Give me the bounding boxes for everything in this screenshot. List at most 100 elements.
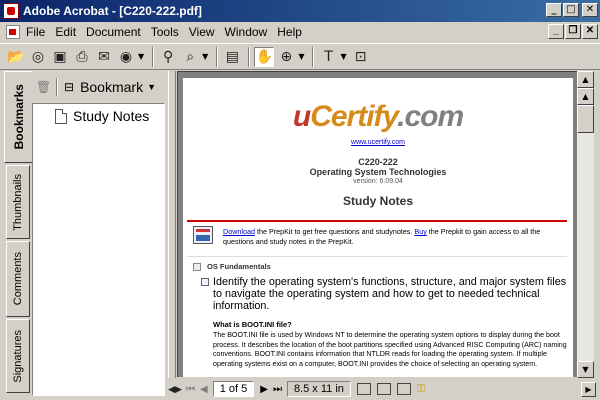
text-select-icon[interactable]: T (318, 47, 338, 67)
answer-text: The BOOT.INI file is used by Windows NT … (213, 331, 567, 368)
page-icon (55, 108, 67, 124)
acrobat-app-icon[interactable] (3, 3, 19, 19)
doc-close-button[interactable]: ✕ (582, 24, 598, 39)
last-page-button[interactable]: ⏭ (273, 384, 282, 395)
minimize-button[interactable]: _ (546, 3, 562, 17)
divider (187, 220, 567, 222)
search-icon[interactable]: ⚲ (158, 47, 178, 67)
find-dropdown-icon[interactable]: ▼ (202, 52, 208, 61)
first-page-button[interactable]: ⏮ (186, 384, 195, 395)
menu-edit[interactable]: Edit (55, 25, 83, 39)
scroll-right-button[interactable]: ▶ (581, 381, 596, 397)
open-web-icon[interactable]: ◎ (28, 47, 48, 67)
tab-comments-label: Comments (12, 252, 24, 306)
bookmark-list: Study Notes (32, 103, 165, 396)
download-notice: Download the PrepKit to get free questio… (223, 227, 565, 247)
menu-view[interactable]: View (189, 25, 222, 39)
divider (187, 256, 567, 257)
page-size-display: 8.5 x 11 in (286, 381, 351, 397)
bookmarks-pane: 🗑 ⊟ Bookmark ▼ Study Notes (32, 71, 165, 396)
document-menu-icon[interactable] (6, 25, 20, 39)
save-icon[interactable]: ▣ (50, 47, 70, 67)
tab-comments[interactable]: Comments (6, 241, 30, 317)
close-button[interactable]: ✕ (582, 3, 598, 17)
navigation-tabs: Bookmarks Thumbnails Comments Signatures (4, 71, 32, 396)
pdf-page: uCertify.com www.ucertify.com C220-222 O… (183, 78, 573, 377)
scroll-up-button[interactable]: ▲ (577, 71, 594, 88)
bookmark-options-button[interactable]: Bookmark (80, 79, 143, 95)
menu-bar: File Edit Document Tools View Window Hel… (0, 22, 600, 42)
continuous-icon[interactable] (376, 383, 391, 395)
review-dropdown-icon[interactable]: ▼ (138, 52, 144, 61)
status-bar: ◀▶ ⏮ ◀ 1 of 5 ▶ ⏭ 8.5 x 11 in ⚿ ▶ (168, 378, 600, 400)
logo-certify: Certify (310, 100, 398, 133)
section-title: Study Notes (342, 194, 413, 208)
tab-bookmarks-label: Bookmarks (11, 84, 26, 150)
toolbar-separator (248, 46, 251, 67)
scroll-up-arrow-button[interactable]: ▲ (577, 88, 594, 105)
header-separator (56, 78, 58, 96)
logo-dotcom: .com (397, 100, 464, 133)
scroll-thumb[interactable] (577, 105, 594, 133)
site-link[interactable]: www.ucertify.com (183, 139, 573, 146)
trash-icon[interactable]: 🗑 (36, 80, 51, 94)
panel-splitter[interactable] (168, 71, 176, 378)
logo-u: u (292, 100, 311, 133)
objective-text: Identify the operating system's function… (213, 276, 567, 312)
menu-help[interactable]: Help (277, 25, 309, 39)
print-icon[interactable]: ⎙ (72, 47, 92, 67)
bookmark-header: 🗑 ⊟ Bookmark ▼ (32, 71, 165, 103)
scroll-left-right-icon[interactable]: ◀▶ (168, 382, 182, 396)
bookmark-item[interactable]: Study Notes (55, 108, 164, 124)
single-page-icon[interactable] (356, 383, 371, 395)
text-select-dropdown-icon[interactable]: ▼ (340, 52, 346, 61)
tab-signatures[interactable]: Signatures (6, 319, 30, 393)
exam-code: C220-222 (358, 157, 398, 167)
os-fundamentals-heading: OS Fundamentals (207, 262, 271, 271)
download-text: the PrepKit to get free questions and st… (254, 227, 415, 236)
toolbar-separator (152, 46, 155, 67)
menu-tools[interactable]: Tools (151, 25, 186, 39)
facing-icon[interactable] (396, 383, 411, 395)
toolbar-separator (216, 46, 219, 67)
key-icon: ⚿ (416, 382, 426, 395)
scroll-down-button[interactable]: ▼ (577, 361, 594, 378)
ucertify-logo: uCertify.com (183, 100, 573, 134)
title-bar[interactable]: Adobe Acrobat - [C220-222.pdf] _ □ ✕ (0, 0, 600, 22)
maximize-button[interactable]: □ (563, 3, 579, 17)
find-icon[interactable]: ⌕ (180, 47, 200, 67)
tab-bookmarks[interactable]: Bookmarks (4, 71, 32, 163)
acrobat-window: Adobe Acrobat - [C220-222.pdf] _ □ ✕ Fil… (0, 0, 600, 400)
tab-signatures-label: Signatures (12, 329, 24, 383)
menu-window[interactable]: Window (225, 25, 275, 39)
previous-page-button[interactable]: ◀ (200, 384, 208, 395)
snapshot-icon[interactable]: ⊡ (351, 47, 371, 67)
objective-icon (201, 278, 209, 286)
email-icon[interactable]: ✉ (94, 47, 114, 67)
chevron-down-icon[interactable]: ▼ (147, 82, 156, 92)
prepkit-icon (193, 226, 213, 244)
window-title: Adobe Acrobat - [C220-222.pdf] (23, 4, 202, 18)
tab-thumbnails-label: Thumbnails (12, 173, 24, 231)
vertical-scrollbar[interactable]: ▲ ▲ ▼ (577, 71, 594, 378)
navigation-pane-icon[interactable]: ▤ (222, 47, 242, 67)
buy-link[interactable]: Buy (414, 227, 426, 236)
bookmark-item-label: Study Notes (73, 108, 150, 124)
tab-thumbnails[interactable]: Thumbnails (6, 165, 30, 239)
doc-restore-button[interactable]: ❐ (565, 24, 581, 39)
next-page-button[interactable]: ▶ (260, 384, 268, 395)
section-icon (193, 263, 201, 271)
open-icon[interactable]: 📂 (6, 47, 26, 67)
page-number-field[interactable]: 1 of 5 (212, 381, 255, 397)
menu-file[interactable]: File (26, 25, 52, 39)
course-title: Operating System Technologies (309, 167, 447, 177)
doc-minimize-button[interactable]: _ (548, 24, 564, 39)
menu-document[interactable]: Document (86, 25, 148, 39)
hand-tool-icon[interactable]: ✋ (254, 46, 275, 67)
zoom-dropdown-icon[interactable]: ▼ (298, 52, 304, 61)
zoom-icon[interactable]: ⊕ (276, 47, 296, 67)
bookmark-icon: ⊟ (64, 80, 75, 94)
review-icon[interactable]: ◉ (116, 47, 136, 67)
download-link[interactable]: Download (223, 227, 255, 236)
document-view[interactable]: uCertify.com www.ucertify.com C220-222 O… (177, 71, 577, 377)
